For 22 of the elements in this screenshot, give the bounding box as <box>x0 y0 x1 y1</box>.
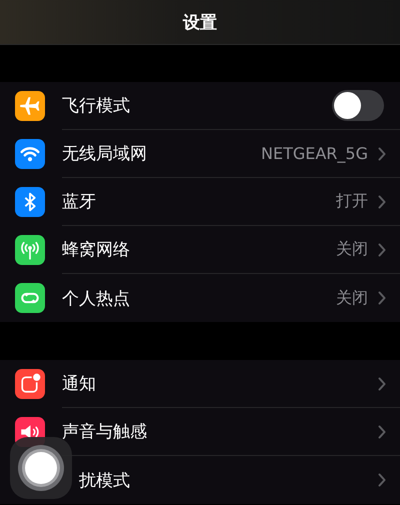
setting-value: 打开 <box>336 191 368 212</box>
assistive-touch-button[interactable] <box>10 437 72 499</box>
setting-label[interactable]: 扰模式 <box>79 468 130 492</box>
chevron-icon <box>378 376 386 390</box>
setting-label[interactable]: 飞行模式 <box>62 94 130 117</box>
chevron-icon <box>378 194 386 208</box>
setting-label[interactable]: 个人热点 <box>62 286 130 310</box>
chevron-icon <box>378 473 386 487</box>
toggle-switch[interactable] <box>332 90 384 121</box>
screen-title: 设置 <box>183 12 217 34</box>
setting-label[interactable]: 蓝牙 <box>62 190 96 213</box>
setting-value: NETGEAR_5G <box>261 144 368 163</box>
setting-label[interactable]: 声音与触感 <box>62 420 147 443</box>
setting-label[interactable]: 无线局域网 <box>62 142 147 165</box>
chevron-icon <box>378 242 386 256</box>
chevron-icon <box>378 146 386 160</box>
setting-value: 关闭 <box>336 239 368 260</box>
chevron-icon <box>378 291 386 305</box>
setting-label[interactable]: 蜂窝网络 <box>62 238 130 261</box>
setting-label[interactable]: 通知 <box>62 372 96 395</box>
chevron-icon <box>378 424 386 438</box>
setting-value: 关闭 <box>336 288 368 308</box>
